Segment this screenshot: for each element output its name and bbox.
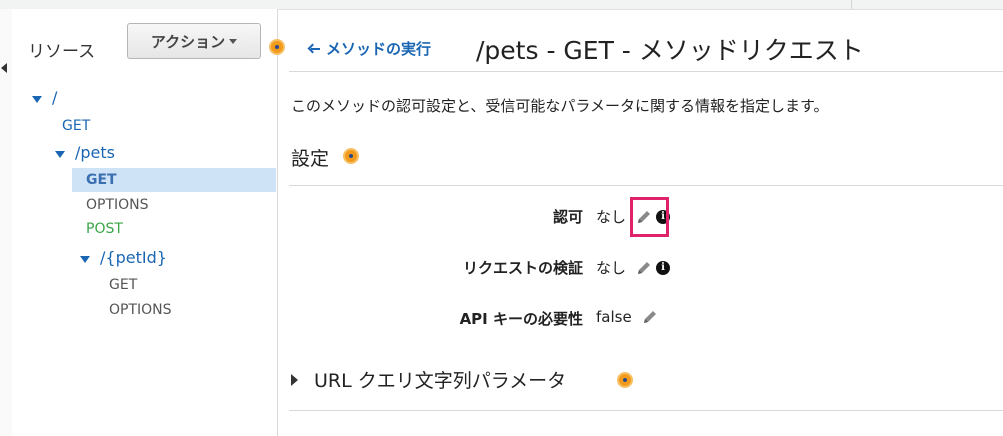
expand-icon[interactable] [32,95,42,103]
tree-item-root-get[interactable]: GET [62,118,90,134]
info-icon[interactable]: i [656,260,671,275]
help-dot-icon[interactable] [269,39,285,55]
expand-icon[interactable] [55,150,65,158]
divider [289,71,1003,72]
expand-icon[interactable] [80,255,90,263]
actions-label: アクション [150,32,226,51]
divider [289,185,1003,186]
authorization-label: 認可 [552,208,583,226]
tree-item-pets-get[interactable]: GET [86,172,117,188]
page-description: このメソッドの認可設定と、受信可能なパラメータに関する情報を指定します。 [291,97,829,115]
edit-authorization-highlight [630,197,669,237]
tree-item-petid[interactable]: /{petId} [80,248,167,267]
tree-item-petid-options[interactable]: OPTIONS [109,302,172,318]
actions-button[interactable]: アクション [127,23,261,59]
api-key-required-label: API キーの必要性 [459,310,583,328]
chevron-down-icon [229,38,238,44]
back-to-method-execution-link[interactable]: メソッドの実行 [308,38,431,59]
tree-item-pets-options[interactable]: OPTIONS [86,197,149,213]
api-key-required-value-row: false [596,308,658,326]
arrow-left-icon [308,43,320,55]
help-dot-icon[interactable] [617,372,633,388]
resources-panel: リソース アクション [12,9,278,436]
authorization-value: なし [596,208,627,226]
settings-title: 設定 [291,148,330,170]
pencil-icon[interactable] [642,309,658,325]
expand-right-icon[interactable] [291,373,298,386]
page-title: /pets - GET - メソッドリクエスト [476,36,864,65]
request-validation-value-row: なし i [596,257,671,278]
resources-title: リソース [28,42,96,62]
request-validation-label: リクエストの検証 [462,259,583,277]
request-validation-value: なし [596,259,627,277]
api-key-required-value: false [596,308,632,326]
collapse-left-icon[interactable] [1,63,7,73]
pencil-icon[interactable] [636,260,652,276]
url-query-params-section[interactable]: URL クエリ文字列パラメータ [291,366,566,393]
help-dot-icon[interactable] [343,148,359,164]
tree-item-petid-get[interactable]: GET [109,277,137,293]
tree-item-pets-post[interactable]: POST [86,221,123,237]
top-divider [851,0,852,9]
tree-item-root[interactable]: / [32,88,57,107]
divider [289,410,1003,411]
tree-item-pets[interactable]: /pets [55,143,115,162]
